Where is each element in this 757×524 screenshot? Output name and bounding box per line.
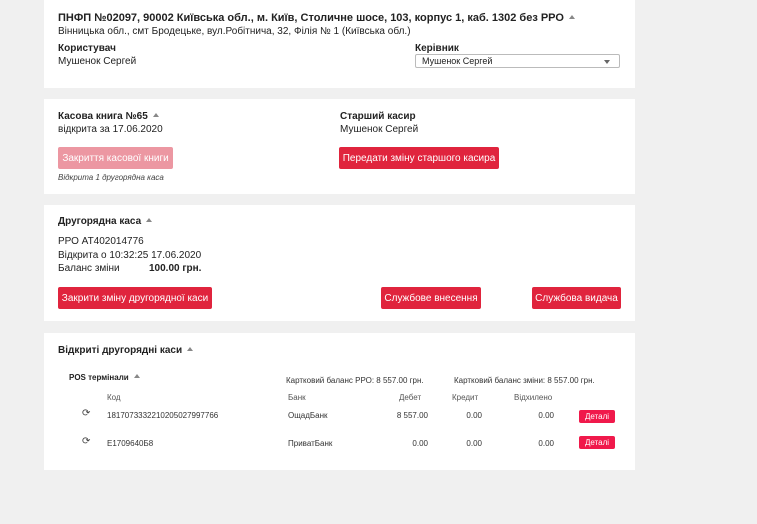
collapse-caret-icon[interactable] <box>133 374 140 378</box>
details-button[interactable]: Деталі <box>579 436 615 449</box>
open-registers-title-text: Відкриті другорядні каси <box>58 345 183 356</box>
cashbook-title-text: Касова книга №65 <box>58 111 148 122</box>
details-button[interactable]: Деталі <box>579 410 615 423</box>
collapse-caret-icon[interactable] <box>152 113 159 117</box>
cashbook-title[interactable]: Касова книга №65 <box>58 111 159 122</box>
branch-title-text: ПНФП №02097, 90002 Київська обл., м. Киї… <box>58 12 564 24</box>
branch-title[interactable]: ПНФП №02097, 90002 Київська обл., м. Киї… <box>58 12 575 24</box>
manager-select-value: Мушенок Сергей <box>422 56 493 66</box>
refresh-icon[interactable]: ⟳ <box>82 436 90 447</box>
close-secondary-shift-button[interactable]: Закрити зміну другорядної каси <box>58 287 212 309</box>
row-debit: 8 557.00 <box>396 411 428 420</box>
shift-balance-value: 100.00 грн. <box>149 263 202 274</box>
cashbook-note: Відкрита 1 другорядна каса <box>58 173 164 182</box>
pos-terminals-title-text: POS термінали <box>69 373 129 382</box>
column-header-rejected: Відхилено <box>514 393 553 402</box>
transfer-senior-shift-button[interactable]: Передати зміну старшого касира <box>339 147 499 169</box>
cashbook-card: Касова книга №65 відкрита за 17.06.2020 … <box>44 99 635 194</box>
row-code: 1817073332210205027997766 <box>107 411 219 420</box>
senior-cashier-label: Старший касир <box>340 111 416 122</box>
manager-label: Керівник <box>415 43 459 54</box>
row-debit: 0.00 <box>412 439 428 448</box>
secondary-title-text: Другорядна каса <box>58 216 142 227</box>
branch-address: Вінницька обл., смт Бродецьке, вул.Робіт… <box>58 26 411 37</box>
column-header-debit: Дебет <box>399 393 422 402</box>
row-rejected: 0.00 <box>538 411 554 420</box>
user-value: Мушенок Сергей <box>58 56 137 67</box>
card-balance-shift: Картковий баланс зміни: 8 557.00 грн. <box>454 376 595 385</box>
row-credit: 0.00 <box>466 411 482 420</box>
manager-select[interactable]: Мушенок Сергей <box>415 54 620 68</box>
branch-card: ПНФП №02097, 90002 Київська обл., м. Киї… <box>44 0 635 88</box>
close-cashbook-button[interactable]: Закриття касової книги <box>58 147 173 169</box>
chevron-down-icon <box>604 60 610 64</box>
user-label: Користувач <box>58 43 116 54</box>
cashbook-opened: відкрита за 17.06.2020 <box>58 124 163 135</box>
column-header-code: Код <box>107 393 121 402</box>
refresh-icon[interactable]: ⟳ <box>82 408 90 419</box>
collapse-caret-icon[interactable] <box>568 15 575 19</box>
row-credit: 0.00 <box>466 439 482 448</box>
service-deposit-button[interactable]: Службове внесення <box>381 287 481 309</box>
open-registers-card: Відкриті другорядні каси POS термінали К… <box>44 333 635 470</box>
column-header-credit: Кредит <box>452 393 479 402</box>
open-registers-title[interactable]: Відкриті другорядні каси <box>58 345 194 356</box>
column-header-bank: Банк <box>288 393 306 402</box>
shift-balance-label: Баланс зміни <box>58 263 120 274</box>
secondary-opened-at: Відкрита о 10:32:25 17.06.2020 <box>58 250 202 261</box>
secondary-title[interactable]: Другорядна каса <box>58 216 153 227</box>
pos-terminals-title[interactable]: POS термінали <box>69 373 140 382</box>
card-balance-rro: Картковий баланс РРО: 8 557.00 грн. <box>286 376 424 385</box>
collapse-caret-icon[interactable] <box>146 218 153 222</box>
row-bank: ПриватБанк <box>288 439 333 448</box>
row-code: Е1709640Б8 <box>107 439 154 448</box>
secondary-register-card: Другорядна каса РРО АТ402014776 Відкрита… <box>44 205 635 321</box>
rro-number: РРО АТ402014776 <box>58 236 144 247</box>
senior-cashier-value: Мушенок Сергей <box>340 124 419 135</box>
collapse-caret-icon[interactable] <box>187 347 194 351</box>
row-rejected: 0.00 <box>538 439 554 448</box>
row-bank: ОщадБанк <box>288 411 328 420</box>
service-withdrawal-button[interactable]: Службова видача <box>532 287 621 309</box>
